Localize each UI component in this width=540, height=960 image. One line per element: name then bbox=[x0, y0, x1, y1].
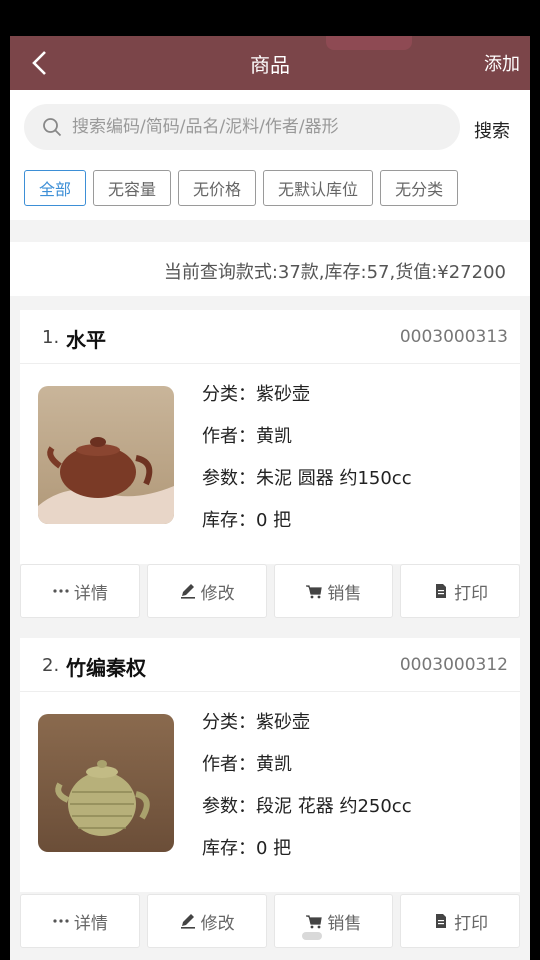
product-card[interactable]: 2. 竹编秦权 0003000312 分类：紫砂壶 作者：黄凯 参数：段泥 花器… bbox=[20, 638, 520, 892]
document-icon bbox=[432, 912, 450, 930]
print-button[interactable]: 打印 bbox=[400, 894, 520, 948]
product-card[interactable]: 1. 水平 0003000313 分类：紫砂壶 作者：黄凯 参数：朱泥 圆器 约… bbox=[20, 310, 520, 564]
print-button[interactable]: 打印 bbox=[400, 564, 520, 618]
edit-label: 修改 bbox=[200, 583, 235, 604]
search-input[interactable] bbox=[72, 113, 452, 141]
filter-chip-no-category[interactable]: 无分类 bbox=[380, 170, 459, 206]
sell-button[interactable]: 销售 bbox=[273, 894, 394, 948]
edit-button[interactable]: 修改 bbox=[146, 894, 267, 948]
product-index: 2. bbox=[42, 655, 60, 676]
cart-icon bbox=[305, 582, 323, 600]
product-actions: 详情 修改 销售 打印 bbox=[20, 564, 520, 618]
pencil-icon bbox=[179, 582, 197, 600]
search-area: 搜索 全部 无容量 无价格 无默认库位 无分类 bbox=[10, 90, 530, 220]
product-params: 参数：朱泥 圆器 约150cc bbox=[202, 468, 412, 489]
more-dots-icon bbox=[52, 912, 70, 930]
summary-text: 当前查询款式:37款,库存:57,货值:¥27200 bbox=[163, 262, 506, 283]
product-index: 1. bbox=[42, 327, 60, 348]
document-icon bbox=[432, 582, 450, 600]
filter-chip-all[interactable]: 全部 bbox=[24, 170, 87, 206]
product-body: 分类：紫砂壶 作者：黄凯 参数：朱泥 圆器 约150cc 库存：0 把 bbox=[20, 364, 520, 564]
app-screen: 商品 添加 搜索 全部 无容量 无价格 无默认库位 无分类 当前查询款式:37款… bbox=[10, 36, 530, 960]
product-code: 0003000312 bbox=[399, 655, 508, 675]
filter-chip-no-capacity[interactable]: 无容量 bbox=[93, 170, 172, 206]
scroll-indicator bbox=[302, 932, 322, 940]
sell-button[interactable]: 销售 bbox=[273, 564, 394, 618]
product-body: 分类：紫砂壶 作者：黄凯 参数：段泥 花器 约250cc 库存：0 把 bbox=[20, 692, 520, 892]
filter-chip-no-price[interactable]: 无价格 bbox=[178, 170, 257, 206]
edit-button[interactable]: 修改 bbox=[146, 564, 267, 618]
page-title: 商品 bbox=[250, 53, 290, 77]
search-icon bbox=[43, 118, 62, 137]
product-code: 0003000313 bbox=[399, 327, 508, 347]
more-dots-icon bbox=[52, 582, 70, 600]
product-stock: 库存：0 把 bbox=[202, 838, 292, 859]
product-header: 1. 水平 0003000313 bbox=[20, 310, 520, 364]
product-stock: 库存：0 把 bbox=[202, 510, 292, 531]
product-name: 竹编秦权 bbox=[66, 656, 146, 680]
product-params: 参数：段泥 花器 约250cc bbox=[202, 796, 412, 817]
print-label: 打印 bbox=[454, 583, 489, 604]
add-button[interactable]: 添加 bbox=[484, 50, 520, 76]
product-category: 分类：紫砂壶 bbox=[202, 384, 310, 405]
product-author: 作者：黄凯 bbox=[202, 426, 292, 447]
search-button[interactable]: 搜索 bbox=[474, 117, 510, 143]
print-label: 打印 bbox=[454, 913, 489, 934]
filter-chip-no-default-location[interactable]: 无默认库位 bbox=[263, 170, 374, 206]
detail-label: 详情 bbox=[73, 583, 108, 604]
detail-button[interactable]: 详情 bbox=[20, 894, 140, 948]
pencil-icon bbox=[179, 912, 197, 930]
detail-label: 详情 bbox=[73, 913, 108, 934]
sell-label: 销售 bbox=[327, 913, 362, 934]
product-actions: 详情 修改 销售 打印 bbox=[20, 894, 520, 948]
product-author: 作者：黄凯 bbox=[202, 754, 292, 775]
notch-decoration bbox=[326, 36, 412, 50]
search-box bbox=[24, 104, 460, 150]
sell-label: 销售 bbox=[327, 583, 362, 604]
product-header: 2. 竹编秦权 0003000312 bbox=[20, 638, 520, 692]
product-info: 分类：紫砂壶 作者：黄凯 参数：段泥 花器 约250cc 库存：0 把 bbox=[202, 710, 412, 878]
nav-bar: 商品 添加 bbox=[10, 36, 530, 90]
product-image[interactable] bbox=[38, 386, 174, 524]
product-category: 分类：紫砂壶 bbox=[202, 712, 310, 733]
query-summary: 当前查询款式:37款,库存:57,货值:¥27200 bbox=[10, 242, 530, 296]
detail-button[interactable]: 详情 bbox=[20, 564, 140, 618]
product-info: 分类：紫砂壶 作者：黄凯 参数：朱泥 圆器 约150cc 库存：0 把 bbox=[202, 382, 412, 550]
product-name: 水平 bbox=[66, 328, 106, 352]
edit-label: 修改 bbox=[200, 913, 235, 934]
cart-icon bbox=[305, 912, 323, 930]
filter-chips: 全部 无容量 无价格 无默认库位 无分类 bbox=[24, 170, 459, 206]
product-image[interactable] bbox=[38, 714, 174, 852]
